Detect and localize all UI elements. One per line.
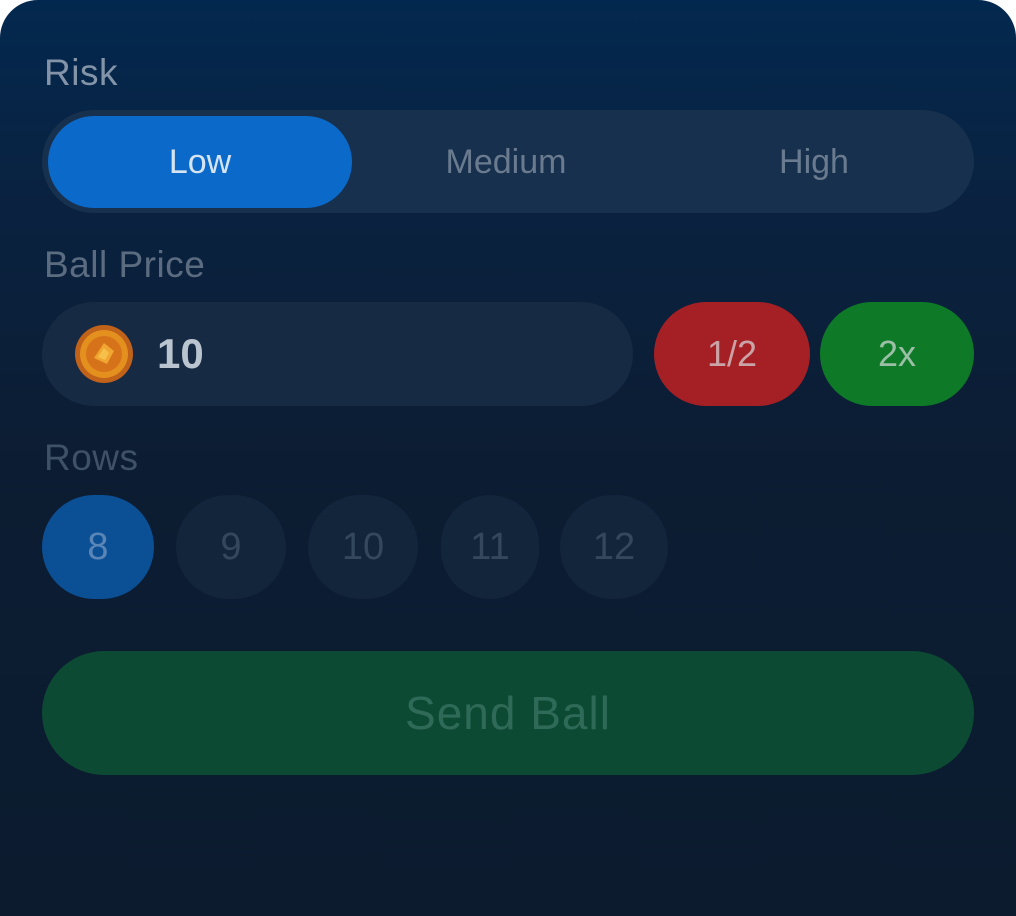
ball-price-input[interactable]: 10	[42, 302, 633, 406]
rows-label: Rows	[44, 437, 139, 478]
rows-option-9[interactable]: 9	[176, 495, 286, 599]
coin-icon	[75, 325, 133, 383]
rows-option-12[interactable]: 12	[560, 495, 668, 599]
half-price-button[interactable]: 1/2	[654, 302, 810, 406]
plinko-control-panel: Risk Low Medium High Ball Price 10 1/2 2…	[0, 0, 1016, 916]
rows-option-10[interactable]: 10	[308, 495, 418, 599]
risk-option-high[interactable]: High	[660, 116, 968, 208]
risk-label: Risk	[44, 52, 118, 93]
risk-option-low[interactable]: Low	[48, 116, 352, 208]
rows-option-8[interactable]: 8	[42, 495, 154, 599]
risk-option-medium[interactable]: Medium	[354, 116, 658, 208]
ball-price-label: Ball Price	[44, 244, 206, 285]
double-price-button[interactable]: 2x	[820, 302, 974, 406]
send-ball-button[interactable]: Send Ball	[42, 651, 974, 775]
ball-price-value: 10	[157, 330, 204, 377]
rows-option-11[interactable]: 11	[441, 495, 539, 599]
risk-selector: Low Medium High	[42, 110, 974, 213]
